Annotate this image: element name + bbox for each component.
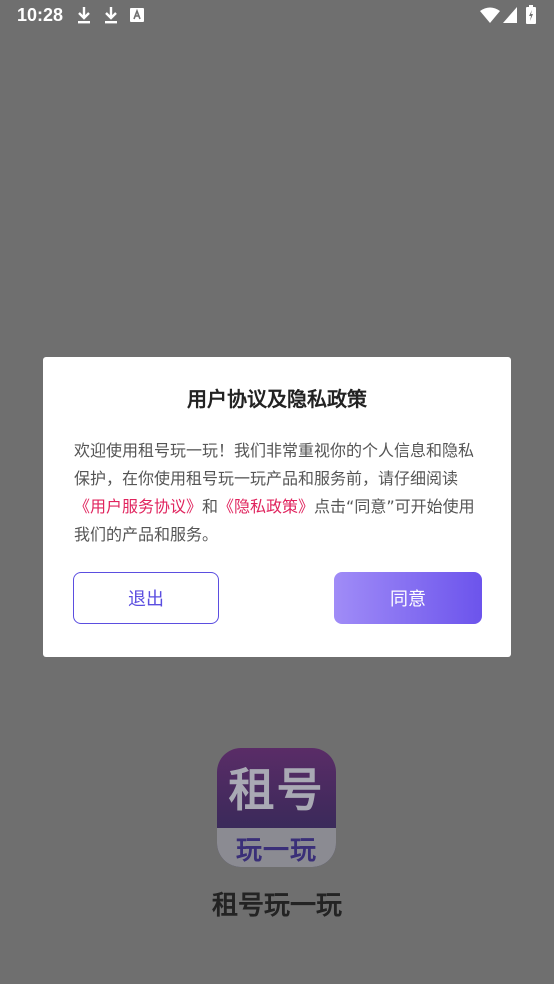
- exit-button[interactable]: 退出: [73, 572, 219, 624]
- status-time: 10:28: [17, 5, 64, 25]
- agree-button[interactable]: 同意: [334, 572, 482, 624]
- status-bar: 10:28: [0, 0, 554, 32]
- terms-of-service-link[interactable]: 《用户服务协议》: [74, 497, 202, 516]
- download-icon: [76, 6, 92, 29]
- wifi-icon: [480, 7, 500, 28]
- dialog-body-and: 和: [202, 497, 219, 516]
- battery-charging-icon: [526, 5, 536, 29]
- dialog-body: 欢迎使用租号玩一玩！我们非常重视你的个人信息和隐私保护，在你使用租号玩一玩产品和…: [74, 437, 484, 549]
- dialog-title: 用户协议及隐私政策: [187, 387, 367, 411]
- download-icon: [103, 6, 119, 29]
- logo-top-text: 租号: [228, 763, 325, 817]
- app-name: 租号玩一玩: [211, 891, 342, 921]
- dialog-body-text: 欢迎使用租号玩一玩！我们非常重视你的个人信息和隐私保护，在你使用租号玩一玩产品和…: [74, 441, 475, 488]
- logo-bottom-text: 玩一玩: [235, 836, 317, 866]
- privacy-policy-link[interactable]: 《隐私政策》: [218, 497, 314, 516]
- signal-icon: [503, 7, 517, 28]
- app-logo: 租号 玩一玩: [217, 748, 336, 867]
- keyboard-a-icon: [130, 8, 144, 27]
- privacy-dialog: 用户协议及隐私政策 欢迎使用租号玩一玩！我们非常重视你的个人信息和隐私保护，在你…: [43, 357, 511, 657]
